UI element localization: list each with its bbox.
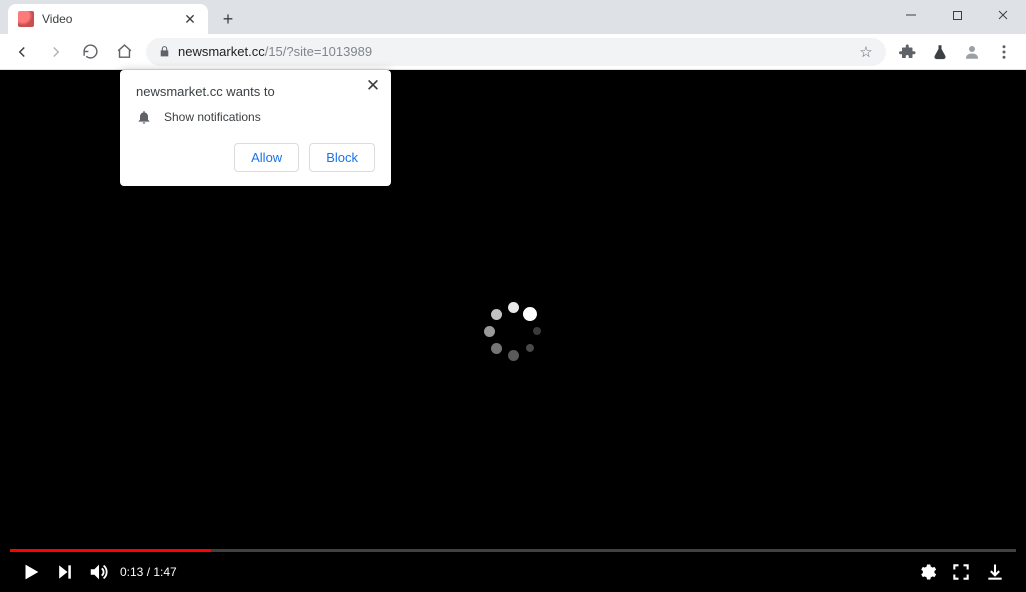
- prompt-permission-text: Show notifications: [164, 110, 261, 124]
- loading-spinner: [478, 296, 548, 366]
- spinner-dot: [488, 306, 504, 322]
- duration: 1:47: [153, 565, 176, 579]
- bookmark-star-icon[interactable]: ☆: [856, 43, 876, 61]
- browser-window: Video ✕ +: [0, 0, 1026, 592]
- home-button[interactable]: [108, 37, 140, 67]
- extensions-button[interactable]: [892, 37, 924, 67]
- next-button[interactable]: [48, 555, 82, 589]
- url-text: newsmarket.cc/15/?site=1013989: [178, 44, 856, 59]
- block-button[interactable]: Block: [309, 143, 375, 172]
- spinner-dot: [508, 302, 519, 313]
- window-controls: [888, 0, 1026, 34]
- play-button[interactable]: [14, 555, 48, 589]
- url-domain: newsmarket.cc: [178, 44, 265, 59]
- fullscreen-button[interactable]: [944, 555, 978, 589]
- prompt-actions: Allow Block: [136, 143, 375, 172]
- video-time: 0:13 / 1:47: [120, 565, 177, 579]
- profile-button[interactable]: [956, 37, 988, 67]
- settings-button[interactable]: [910, 555, 944, 589]
- tab-title: Video: [42, 12, 182, 26]
- menu-button[interactable]: [988, 37, 1020, 67]
- volume-button[interactable]: [82, 555, 116, 589]
- spinner-dot: [508, 350, 519, 361]
- url-path: /15/?site=1013989: [265, 44, 372, 59]
- spinner-dot: [533, 327, 541, 335]
- titlebar: Video ✕ +: [0, 0, 1026, 34]
- toolbar-right: [892, 37, 1020, 67]
- tab-close-icon[interactable]: ✕: [182, 11, 198, 27]
- tab-favicon: [18, 11, 34, 27]
- labs-button[interactable]: [924, 37, 956, 67]
- lock-icon[interactable]: [156, 44, 172, 60]
- download-button[interactable]: [978, 555, 1012, 589]
- maximize-button[interactable]: [934, 0, 980, 30]
- bell-icon: [136, 109, 152, 125]
- reload-button[interactable]: [74, 37, 106, 67]
- prompt-title: newsmarket.cc wants to: [136, 84, 375, 99]
- prompt-close-icon[interactable]: ✕: [363, 76, 383, 96]
- address-bar[interactable]: newsmarket.cc/15/?site=1013989 ☆: [146, 38, 886, 66]
- browser-tab[interactable]: Video ✕: [8, 4, 208, 34]
- forward-button[interactable]: [40, 37, 72, 67]
- minimize-button[interactable]: [888, 0, 934, 30]
- spinner-dot: [484, 326, 495, 337]
- spinner-dot: [488, 340, 504, 356]
- new-tab-button[interactable]: +: [214, 5, 242, 33]
- window-close-button[interactable]: [980, 0, 1026, 30]
- spinner-dot: [520, 304, 540, 324]
- current-time: 0:13: [120, 565, 143, 579]
- allow-button[interactable]: Allow: [234, 143, 299, 172]
- notification-prompt: ✕ newsmarket.cc wants to Show notificati…: [120, 70, 391, 186]
- spinner-dot: [524, 342, 535, 353]
- back-button[interactable]: [6, 37, 38, 67]
- prompt-permission-row: Show notifications: [136, 109, 375, 125]
- browser-toolbar: newsmarket.cc/15/?site=1013989 ☆: [0, 34, 1026, 70]
- video-controls: 0:13 / 1:47: [0, 552, 1026, 592]
